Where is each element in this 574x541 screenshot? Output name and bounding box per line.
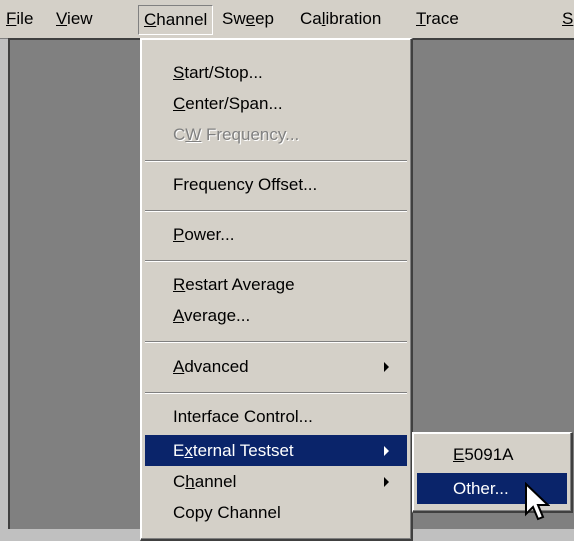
triangle-right-icon [384,446,389,456]
menu-bar: File View Channel Sweep Calibration Trac… [0,0,574,39]
menu-item-cw-frequency[interactable]: CW Frequency... [145,119,407,150]
menu-item-frequency-offset[interactable]: Frequency Offset... [145,169,407,200]
channel-dropdown-menu: Start/Stop... Center/Span... CW Frequenc… [140,38,413,541]
menu-item-interface-control[interactable]: Interface Control... [145,401,407,432]
menu-separator [145,210,407,212]
triangle-right-icon [384,477,389,487]
arrow-pointer-icon [525,482,550,521]
menu-calibration[interactable]: Calibration [294,5,387,33]
menu-channel[interactable]: Channel [138,5,214,35]
menu-item-center-span[interactable]: Center/Span... [145,88,407,119]
triangle-right-icon [384,362,389,372]
submenu-item-e5091a[interactable]: E5091A [417,439,567,470]
menu-file[interactable]: File [0,5,39,33]
menu-item-channel[interactable]: Channel [145,466,407,497]
menu-trace[interactable]: Trace [410,5,465,33]
menu-item-advanced[interactable]: Advanced [145,351,407,382]
menu-separator [145,341,407,343]
menu-item-start-stop[interactable]: Start/Stop... [145,57,407,88]
menu-separator [145,160,407,162]
menu-item-copy-channel[interactable]: Copy Channel [145,497,407,528]
menu-item-restart-average[interactable]: Restart Average [145,269,407,300]
menu-sweep[interactable]: Sweep [216,5,280,33]
menu-item-average[interactable]: Average... [145,300,407,331]
menu-view[interactable]: View [50,5,99,33]
menu-s[interactable]: S [556,5,574,33]
menu-separator [145,392,407,394]
menu-item-external-testset[interactable]: External Testset [145,435,407,466]
menu-separator [145,260,407,262]
menu-item-power[interactable]: Power... [145,219,407,250]
